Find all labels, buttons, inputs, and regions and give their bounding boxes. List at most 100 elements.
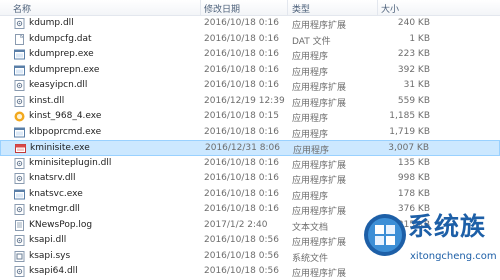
file-date: 2016/10/18 0:56 — [204, 250, 279, 261]
column-divider[interactable] — [287, 0, 288, 15]
file-type: 应用程序扩展 — [292, 160, 347, 171]
file-row[interactable]: kinst.dll 2016/12/19 12:39 应用程序扩展 559 KB — [0, 94, 500, 110]
file-date: 2016/10/18 0:56 — [204, 235, 279, 245]
column-name-header[interactable]: 名称 — [13, 2, 31, 15]
file-size: 392 KB — [397, 64, 430, 75]
dll-icon — [14, 80, 25, 91]
file-date: 2016/10/18 0:15 — [204, 111, 279, 121]
file-size: 1 KB — [409, 33, 430, 44]
file-icon — [14, 33, 25, 45]
file-date: 2016/10/18 0:16 — [204, 204, 279, 214]
file-date: 2016/10/18 0:16 — [204, 64, 279, 75]
file-date: 2016/10/18 0:16 — [204, 126, 279, 137]
file-date: 2016/12/31 8:06 — [205, 143, 280, 153]
file-name: knetmgr.dll — [29, 204, 80, 214]
file-type: 应用程序扩展 — [292, 238, 347, 248]
file-date: 2016/10/18 0:16 — [204, 49, 279, 59]
dll-icon — [14, 157, 25, 169]
file-type: 应用程序扩展 — [292, 83, 347, 93]
file-type: 应用程序扩展 — [292, 207, 347, 217]
sys-file-icon — [14, 250, 25, 262]
file-date: 2016/10/18 0:16 — [204, 157, 279, 168]
file-name: klbpoprcmd.exe — [29, 126, 102, 137]
file-name: knatsvc.exe — [29, 188, 83, 199]
exe-icon — [14, 127, 25, 138]
dll-icon — [14, 266, 25, 277]
file-type: 应用程序 — [292, 67, 329, 78]
file-name: kinst_968_4.exe — [29, 111, 102, 121]
text-file-icon — [14, 219, 25, 231]
column-divider[interactable] — [377, 0, 378, 15]
red-exe-icon — [15, 143, 26, 154]
exe-icon — [14, 65, 25, 76]
file-name: ksapi.sys — [29, 250, 71, 261]
column-date-header[interactable]: 修改日期 — [204, 2, 240, 15]
file-size: 31 KB — [403, 80, 430, 90]
file-row[interactable]: kinst_968_4.exe 2016/10/18 0:15 应用程序 1,185 … — [0, 109, 500, 125]
dll-icon — [14, 95, 25, 107]
file-type: 应用程序 — [293, 146, 330, 156]
file-name: kminisiteplugin.dll — [29, 157, 112, 168]
file-type: 应用程序扩展 — [292, 98, 347, 109]
file-size: 559 KB — [397, 95, 430, 106]
dll-icon — [14, 235, 25, 246]
file-name: knatsrv.dll — [29, 173, 76, 183]
file-date: 2016/10/18 0:56 — [204, 266, 279, 276]
file-type: 应用程序扩展 — [292, 21, 347, 31]
file-size: 3,007 KB — [388, 143, 429, 153]
column-header: 名称 修改日期 类型 大小 — [0, 0, 500, 16]
file-date: 2016/10/18 0:16 — [204, 33, 279, 44]
file-type: 文本文档 — [292, 222, 329, 233]
file-name: kdumprepn.exe — [29, 64, 100, 75]
file-date: 2017/1/2 2:40 — [204, 219, 268, 230]
file-row[interactable]: kminisiteplugin.dll 2016/10/18 0:16 应用程序扩展… — [0, 156, 500, 172]
kingsoft-icon — [14, 111, 25, 122]
file-name: kdumpcfg.dat — [29, 33, 92, 44]
file-date: 2016/12/19 12:39 — [204, 95, 285, 106]
file-row[interactable]: kdumpcfg.dat 2016/10/18 0:16 DAT 文件 1 KB — [0, 32, 500, 48]
column-type-header[interactable]: 类型 — [292, 2, 310, 15]
file-row[interactable]: knatsrv.dll 2016/10/18 0:16 应用程序扩展 998 KB — [0, 171, 500, 187]
file-name: kinst.dll — [29, 95, 65, 106]
file-date: 2016/10/18 0:16 — [204, 18, 279, 28]
file-type: 应用程序 — [292, 114, 329, 124]
file-size: 240 KB — [397, 18, 430, 28]
file-size: 178 KB — [397, 188, 430, 199]
column-divider[interactable] — [200, 0, 201, 15]
watermark-title: 系统族 — [408, 212, 487, 241]
dll-icon — [14, 18, 25, 29]
file-date: 2016/10/18 0:16 — [204, 188, 279, 199]
file-row-selected[interactable]: kminisite.exe 2016/12/31 8:06 应用程序 3,007 KB — [0, 140, 500, 156]
exe-icon — [14, 189, 25, 200]
file-row[interactable]: klbpoprcmd.exe 2016/10/18 0:16 应用程序 1,719 K… — [0, 125, 500, 141]
exe-icon — [14, 49, 25, 60]
file-type: 应用程序 — [292, 191, 329, 202]
file-type: DAT 文件 — [292, 36, 331, 47]
file-name: keasyipcn.dll — [29, 80, 88, 90]
file-size: 1,185 KB — [389, 111, 430, 121]
file-size: 998 KB — [397, 173, 430, 183]
file-type: 应用程序扩展 — [292, 176, 347, 186]
file-size: 223 KB — [397, 49, 430, 59]
file-name: kdumprep.exe — [29, 49, 94, 59]
file-type: 系统文件 — [292, 253, 329, 264]
file-row[interactable]: keasyipcn.dll 2016/10/18 0:16 应用程序扩展 31 KB — [0, 78, 500, 94]
file-row[interactable]: kdumprep.exe 2016/10/18 0:16 应用程序 223 KB — [0, 47, 500, 63]
file-date: 2016/10/18 0:16 — [204, 80, 279, 90]
dll-icon — [14, 204, 25, 215]
column-size-header[interactable]: 大小 — [381, 2, 399, 15]
file-name: kminisite.exe — [30, 143, 90, 153]
file-size: 135 KB — [397, 157, 430, 168]
file-date: 2016/10/18 0:16 — [204, 173, 279, 183]
file-row[interactable]: knatsvc.exe 2016/10/18 0:16 应用程序 178 KB — [0, 187, 500, 203]
file-name: KNewsPop.log — [29, 219, 93, 230]
file-name: kdump.dll — [29, 18, 74, 28]
file-name: ksapi.dll — [29, 235, 67, 245]
watermark: 系统族 xitongcheng.com — [352, 204, 500, 280]
watermark-logo-icon — [364, 214, 406, 256]
file-type: 应用程序 — [292, 129, 329, 140]
file-size: 1,719 KB — [389, 126, 430, 137]
file-row[interactable]: kdumprepn.exe 2016/10/18 0:16 应用程序 392 KB — [0, 63, 500, 79]
file-type: 应用程序扩展 — [292, 269, 347, 279]
file-row[interactable]: kdump.dll 2016/10/18 0:16 应用程序扩展 240 KB — [0, 16, 500, 32]
